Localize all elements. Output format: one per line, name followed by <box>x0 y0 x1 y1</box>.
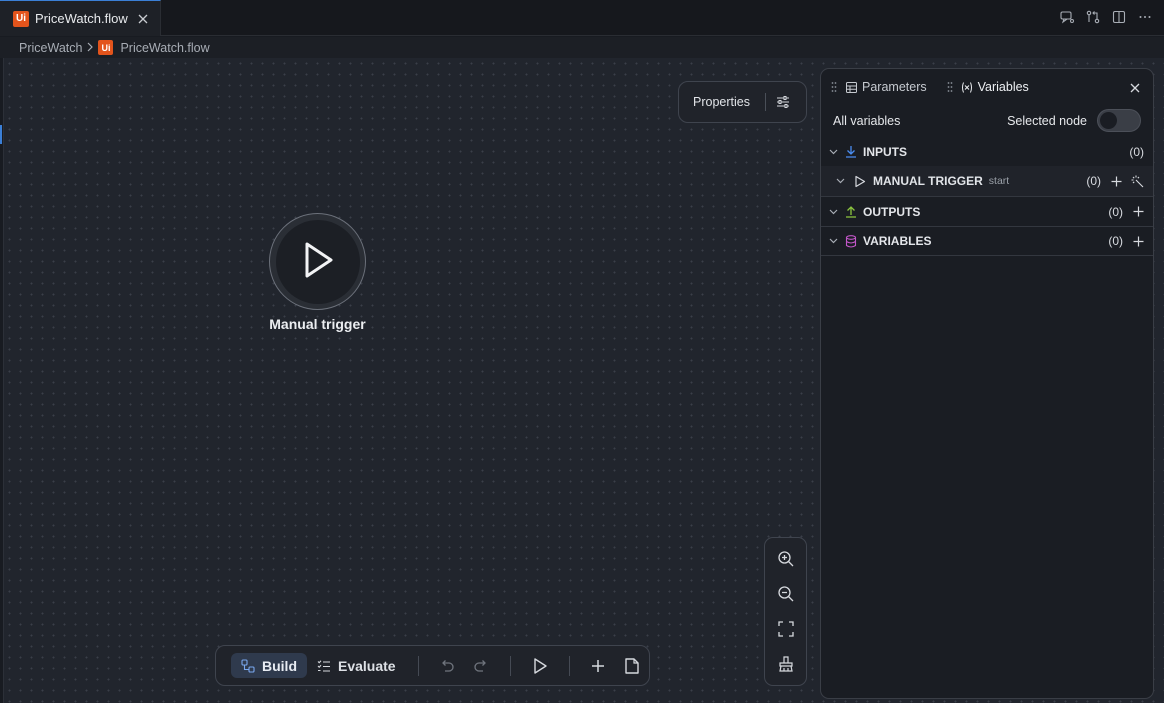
uipath-logo-icon: Ui <box>98 40 114 55</box>
clean-up-icon[interactable] <box>776 654 796 674</box>
split-editor-icon[interactable] <box>1112 10 1126 24</box>
variables-panel: Parameters Variables All variables Selec… <box>820 68 1154 699</box>
input-arrow-icon <box>844 145 858 159</box>
manual-trigger-node[interactable] <box>269 213 366 310</box>
divider <box>568 655 570 676</box>
database-icon <box>844 234 858 248</box>
outputs-section-header[interactable]: OUTPUTS (0) <box>821 197 1153 226</box>
all-variables-label[interactable]: All variables <box>833 114 900 128</box>
editor-tab-label: PriceWatch.flow <box>35 11 128 26</box>
build-icon <box>241 658 255 673</box>
uipath-logo-icon: Ui <box>13 10 29 27</box>
divider <box>509 655 511 676</box>
magic-wand-icon[interactable] <box>1130 174 1144 188</box>
output-arrow-icon <box>844 205 858 219</box>
run-icon[interactable] <box>530 655 550 677</box>
start-tag: start <box>988 175 1010 187</box>
play-icon <box>853 174 867 188</box>
checklist-icon <box>317 659 330 672</box>
manual-trigger-count: (0) <box>1086 174 1101 188</box>
breadcrumb-file[interactable]: PriceWatch.flow <box>120 41 209 55</box>
selected-node-label: Selected node <box>1007 113 1087 128</box>
zoom-out-icon[interactable] <box>776 584 796 604</box>
node-label: Manual trigger <box>269 316 366 332</box>
editor-actions <box>1060 10 1152 24</box>
properties-label: Properties <box>693 95 750 109</box>
add-input-icon[interactable] <box>1110 175 1122 187</box>
variable-icon <box>961 81 973 93</box>
tab-parameters-label: Parameters <box>862 80 927 94</box>
activity-indicator <box>0 125 2 144</box>
more-icon[interactable] <box>1138 10 1152 24</box>
variables-label: VARIABLES <box>863 234 932 248</box>
divider <box>417 655 419 676</box>
sliders-icon[interactable] <box>775 94 791 110</box>
chevron-down-icon[interactable] <box>835 176 845 186</box>
compare-icon[interactable] <box>1086 10 1100 24</box>
evaluate-label: Evaluate <box>338 657 396 674</box>
note-icon[interactable] <box>622 655 642 677</box>
divider <box>764 93 766 111</box>
breadcrumb-project[interactable]: PriceWatch <box>19 41 82 55</box>
chevron-down-icon[interactable] <box>828 236 838 246</box>
breadcrumb: PriceWatch Ui PriceWatch.flow <box>0 37 1164 58</box>
close-icon[interactable] <box>136 12 150 26</box>
bottom-toolbar: Build Evaluate <box>215 645 650 686</box>
chevron-down-icon[interactable] <box>828 207 838 217</box>
add-variable-icon[interactable] <box>1132 235 1144 247</box>
manual-trigger-label: MANUAL TRIGGER <box>873 174 983 188</box>
divider <box>821 255 1153 256</box>
build-mode-button[interactable]: Build <box>231 653 307 678</box>
drag-handle-icon[interactable] <box>831 81 839 93</box>
variable-filter-row: All variables Selected node <box>821 105 1153 137</box>
close-icon[interactable] <box>1129 81 1141 93</box>
variables-count: (0) <box>1108 234 1123 248</box>
panel-tabs: Parameters Variables <box>821 69 1153 105</box>
tab-parameters[interactable]: Parameters <box>831 80 927 94</box>
chevron-down-icon[interactable] <box>828 147 838 157</box>
inputs-section-header[interactable]: INPUTS (0) <box>821 137 1153 166</box>
undo-icon[interactable] <box>437 655 457 677</box>
properties-button[interactable]: Properties <box>678 81 807 123</box>
editor-tab-bar: Ui PriceWatch.flow <box>0 0 1164 36</box>
variables-section-header[interactable]: VARIABLES (0) <box>821 227 1153 255</box>
add-node-icon[interactable] <box>589 655 609 677</box>
drag-handle-icon[interactable] <box>947 81 955 93</box>
chat-icon[interactable] <box>1060 10 1074 24</box>
manual-trigger-row[interactable]: MANUAL TRIGGER start (0) <box>821 166 1153 196</box>
zoom-in-icon[interactable] <box>776 549 796 569</box>
build-label: Build <box>262 657 297 674</box>
toggle-knob <box>1100 112 1117 129</box>
redo-icon[interactable] <box>471 655 491 677</box>
outputs-count: (0) <box>1108 204 1123 219</box>
node-body <box>275 219 360 304</box>
selected-node-toggle[interactable] <box>1097 109 1141 132</box>
inputs-count: (0) <box>1129 144 1144 159</box>
chevron-right-icon <box>86 41 94 55</box>
play-icon <box>300 240 336 284</box>
fit-view-icon[interactable] <box>776 619 796 639</box>
add-output-icon[interactable] <box>1132 206 1144 218</box>
table-icon <box>845 81 857 93</box>
tab-variables[interactable]: Variables <box>947 80 1029 94</box>
zoom-controls <box>764 537 807 686</box>
selected-node-filter: Selected node <box>1007 109 1141 132</box>
outputs-label: OUTPUTS <box>863 204 921 219</box>
tab-variables-label: Variables <box>977 80 1029 94</box>
inputs-label: INPUTS <box>863 144 908 159</box>
evaluate-mode-button[interactable]: Evaluate <box>307 653 406 678</box>
editor-tab-pricewatch[interactable]: Ui PriceWatch.flow <box>0 0 161 36</box>
